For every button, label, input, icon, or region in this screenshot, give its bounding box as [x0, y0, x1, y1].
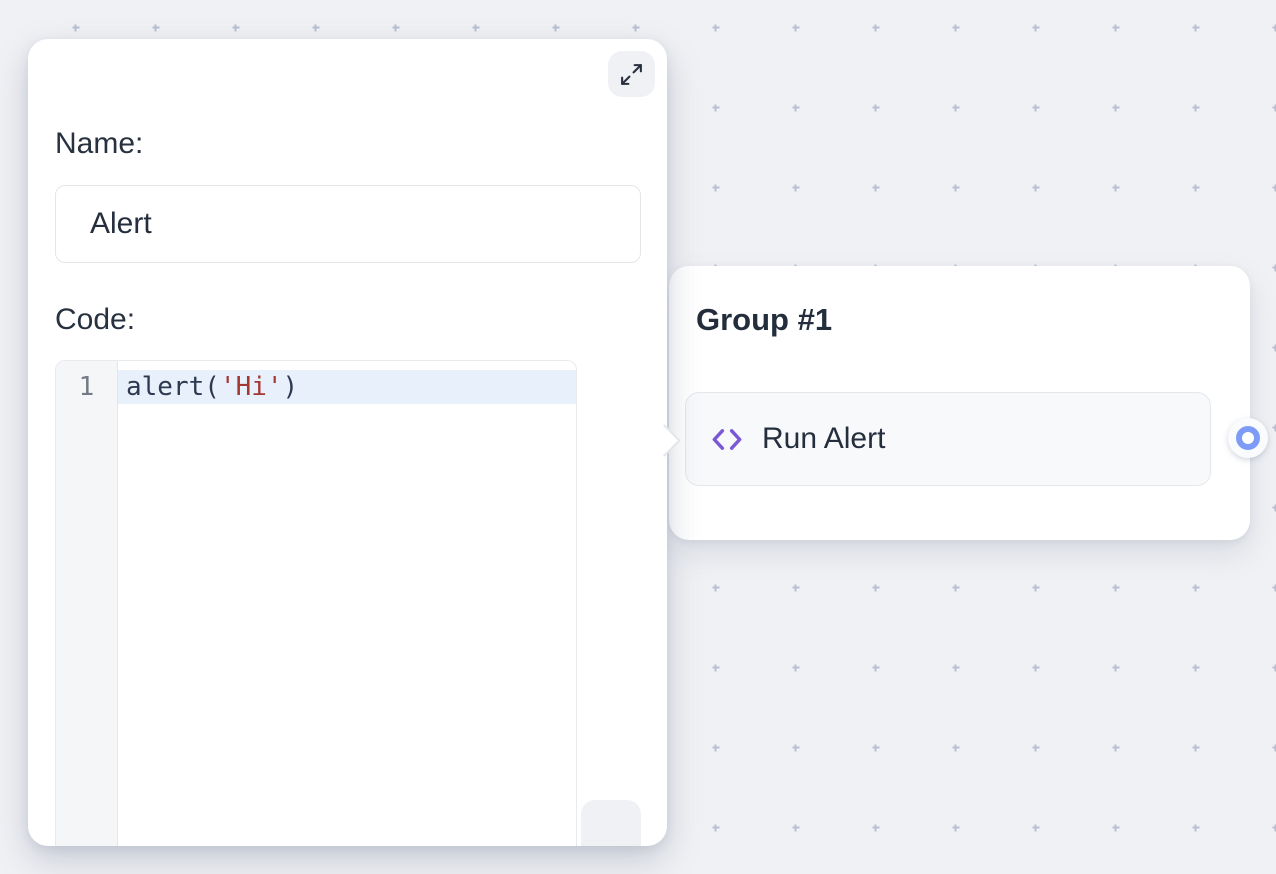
grid-dot — [953, 105, 960, 112]
grid-dot — [153, 25, 160, 32]
grid-dot — [793, 25, 800, 32]
code-icon — [711, 426, 743, 453]
grid-dot — [1113, 825, 1120, 832]
grid-dot — [793, 745, 800, 752]
grid-dot — [1273, 825, 1276, 832]
grid-dot — [1273, 105, 1276, 112]
grid-dot — [473, 25, 480, 32]
grid-dot — [1273, 185, 1276, 192]
grid-dot — [953, 665, 960, 672]
grid-dot — [313, 25, 320, 32]
grid-dot — [1113, 745, 1120, 752]
grid-dot — [713, 25, 720, 32]
code-label: Code: — [55, 303, 135, 337]
grid-dot — [233, 25, 240, 32]
grid-dot — [713, 825, 720, 832]
code-token: ) — [283, 372, 299, 402]
group-title: Group #1 — [696, 302, 832, 338]
code-editor[interactable]: 1 alert('Hi') — [55, 360, 577, 846]
code-line: alert('Hi') — [118, 370, 576, 404]
grid-dot — [873, 185, 880, 192]
expand-button[interactable] — [608, 51, 655, 97]
grid-dot — [1113, 665, 1120, 672]
grid-dot — [953, 745, 960, 752]
grid-dot — [793, 185, 800, 192]
grid-dot — [1273, 345, 1276, 352]
grid-dot — [873, 665, 880, 672]
grid-dot — [1193, 745, 1200, 752]
grid-dot — [873, 105, 880, 112]
grid-dot — [553, 25, 560, 32]
grid-dot — [1273, 25, 1276, 32]
grid-dot — [1193, 185, 1200, 192]
grid-dot — [873, 25, 880, 32]
grid-dot — [793, 665, 800, 672]
line-number-gutter: 1 — [56, 361, 118, 846]
grid-dot — [1113, 585, 1120, 592]
grid-dot — [1273, 665, 1276, 672]
grid-dot — [393, 25, 400, 32]
grid-dot — [1193, 585, 1200, 592]
grid-dot — [1033, 585, 1040, 592]
grid-dot — [873, 585, 880, 592]
run-alert-node[interactable]: Run Alert — [685, 392, 1211, 486]
grid-dot — [1033, 745, 1040, 752]
grid-dot — [1113, 25, 1120, 32]
grid-dot — [1033, 185, 1040, 192]
user-button[interactable] — [581, 800, 641, 846]
grid-dot — [873, 745, 880, 752]
code-area[interactable]: alert('Hi') — [118, 361, 576, 846]
grid-dot — [1273, 265, 1276, 272]
grid-dot — [1273, 425, 1276, 432]
grid-dot — [1193, 105, 1200, 112]
group-node-card[interactable]: Group #1 Run Alert — [669, 266, 1250, 540]
grid-dot — [953, 185, 960, 192]
grid-dot — [713, 585, 720, 592]
grid-dot — [953, 585, 960, 592]
grid-dot — [1033, 25, 1040, 32]
node-label: Run Alert — [762, 422, 885, 456]
grid-dot — [1273, 505, 1276, 512]
grid-dot — [1113, 185, 1120, 192]
grid-dot — [1193, 825, 1200, 832]
grid-dot — [713, 745, 720, 752]
grid-dot — [1113, 105, 1120, 112]
grid-dot — [1033, 665, 1040, 672]
grid-dot — [793, 105, 800, 112]
grid-dot — [1273, 745, 1276, 752]
name-input[interactable] — [55, 185, 641, 263]
grid-dot — [873, 825, 880, 832]
grid-dot — [793, 825, 800, 832]
grid-dot — [1193, 25, 1200, 32]
line-number: 1 — [56, 370, 117, 404]
grid-dot — [73, 25, 80, 32]
grid-dot — [953, 825, 960, 832]
grid-dot — [953, 25, 960, 32]
maximize-icon — [619, 62, 644, 87]
code-token: 'Hi' — [220, 372, 283, 402]
name-label: Name: — [55, 127, 143, 161]
connection-handle-halo — [1228, 418, 1268, 458]
code-token: alert( — [126, 372, 220, 402]
grid-dot — [713, 105, 720, 112]
grid-dot — [1033, 825, 1040, 832]
grid-dot — [633, 25, 640, 32]
grid-dot — [713, 665, 720, 672]
grid-dot — [713, 185, 720, 192]
grid-dot — [793, 585, 800, 592]
grid-dot — [1273, 585, 1276, 592]
grid-dot — [1033, 105, 1040, 112]
grid-dot — [1193, 665, 1200, 672]
connection-handle[interactable] — [1236, 426, 1260, 450]
node-editor-panel: Name: Code: 1 alert('Hi') — [28, 39, 667, 846]
